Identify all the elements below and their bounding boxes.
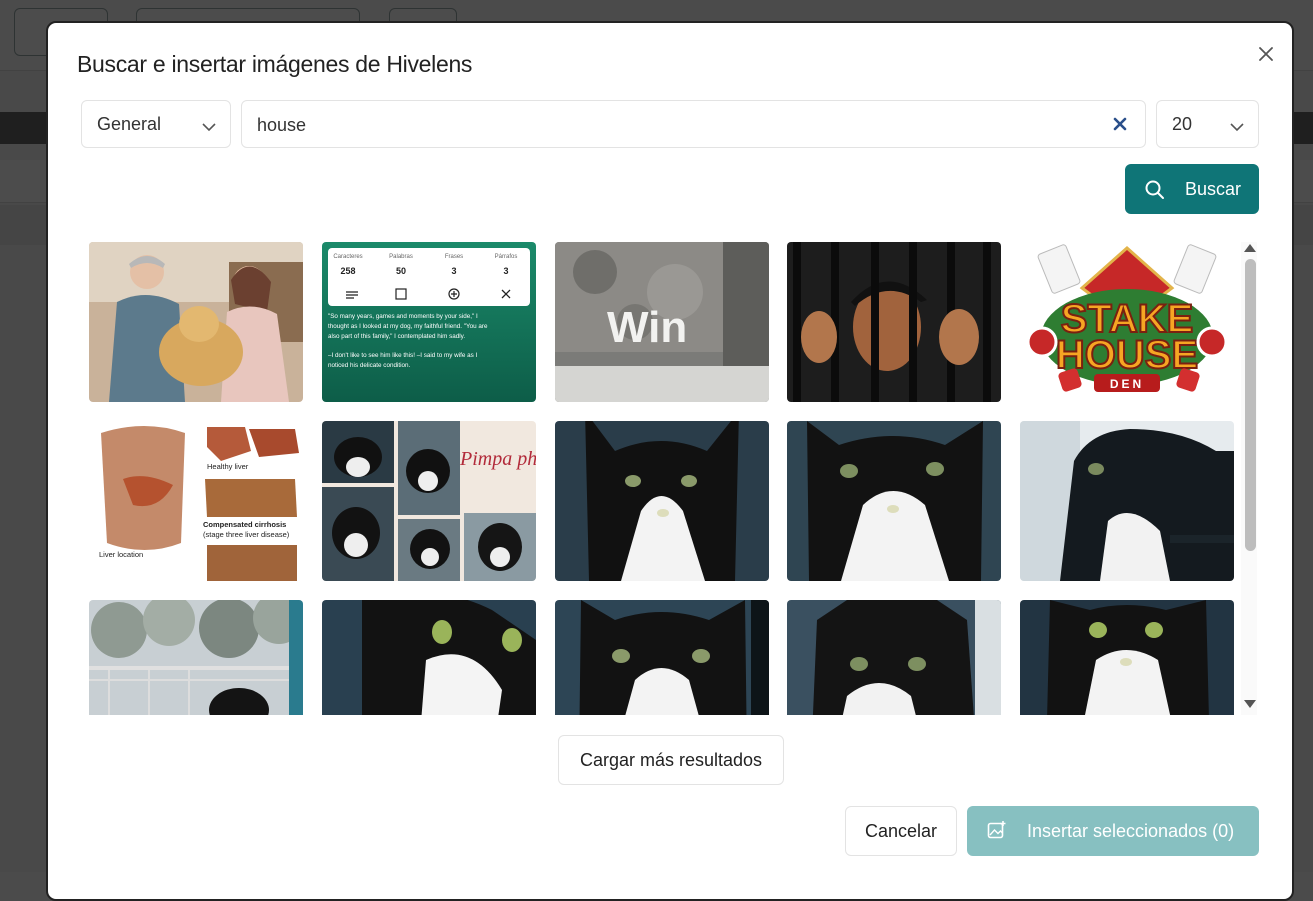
chevron-down-icon bbox=[202, 116, 216, 137]
stat-label: Caracteres bbox=[333, 254, 362, 260]
add-image-icon bbox=[987, 820, 1007, 845]
text-line: "So many years, games and moments by you… bbox=[328, 313, 478, 320]
text-line: thought as I looked at my dog, my faithf… bbox=[328, 323, 488, 330]
search-input[interactable]: house bbox=[241, 100, 1146, 148]
diagram-label: Healthy liver bbox=[207, 462, 249, 471]
stat-value: 3 bbox=[503, 266, 508, 276]
search-button[interactable]: Buscar bbox=[1125, 164, 1259, 214]
result-thumbnail[interactable] bbox=[89, 600, 303, 715]
stat-label: Palabras bbox=[389, 254, 413, 260]
stat-value: 258 bbox=[340, 266, 355, 276]
search-icon bbox=[1145, 180, 1165, 205]
result-thumbnail[interactable]: Caracteres Palabras Frases Párrafos 258 … bbox=[322, 242, 536, 402]
collage-script: Pimpa photoset bbox=[459, 448, 536, 470]
search-input-value: house bbox=[257, 115, 307, 135]
load-more-button[interactable]: Cargar más resultados bbox=[558, 735, 784, 785]
result-thumbnail[interactable]: Healthy liver Compensated cirrhosis (sta… bbox=[89, 421, 303, 581]
result-thumbnail[interactable] bbox=[555, 600, 769, 715]
search-button-label: Buscar bbox=[1185, 179, 1242, 199]
result-count-select[interactable]: 20 bbox=[1156, 100, 1259, 148]
diagram-label: Compensated cirrhosis bbox=[203, 520, 286, 529]
clear-icon[interactable] bbox=[1111, 115, 1129, 133]
close-icon[interactable] bbox=[1253, 41, 1279, 67]
scrollbar-thumb[interactable] bbox=[1245, 259, 1256, 551]
result-thumbnail[interactable]: STAKE HOUSE DEN bbox=[1020, 242, 1234, 402]
diagram-label: (stage three liver disease) bbox=[203, 530, 290, 539]
category-select-value: General bbox=[97, 113, 162, 134]
dialog-title: Buscar e insertar imágenes de Hivelens bbox=[77, 51, 473, 77]
diagram-label: Liver location bbox=[99, 550, 143, 559]
insert-selected-label: Insertar seleccionados (0) bbox=[1027, 821, 1235, 841]
result-thumbnail[interactable] bbox=[787, 600, 1001, 715]
results-grid: Caracteres Palabras Frases Párrafos 258 … bbox=[89, 242, 1261, 715]
image-search-dialog: Buscar e insertar imágenes de Hivelens G… bbox=[46, 21, 1294, 901]
win-word: Win bbox=[607, 303, 687, 352]
result-thumbnail[interactable] bbox=[787, 421, 1001, 581]
stat-label: Párrafos bbox=[495, 254, 518, 260]
insert-selected-button[interactable]: Insertar seleccionados (0) bbox=[967, 806, 1259, 856]
result-thumbnail[interactable] bbox=[322, 600, 536, 715]
text-line: noticed his delicate condition. bbox=[328, 362, 411, 369]
stat-value: 3 bbox=[451, 266, 456, 276]
result-thumbnail[interactable]: Pimpa photoset bbox=[322, 421, 536, 581]
scroll-down-icon[interactable] bbox=[1244, 700, 1256, 708]
logo-line: DEN bbox=[1110, 377, 1144, 391]
result-thumbnail[interactable] bbox=[1020, 600, 1234, 715]
stat-label: Frases bbox=[445, 254, 463, 260]
result-thumbnail[interactable] bbox=[555, 421, 769, 581]
scroll-up-icon[interactable] bbox=[1244, 244, 1256, 252]
result-thumbnail[interactable]: Win bbox=[555, 242, 769, 402]
result-thumbnail[interactable] bbox=[89, 242, 303, 402]
result-thumbnail[interactable] bbox=[1020, 421, 1234, 581]
stat-value: 50 bbox=[396, 266, 406, 276]
text-line: –I don't like to see him like this! –I s… bbox=[328, 352, 477, 359]
chevron-down-icon bbox=[1230, 116, 1244, 137]
result-thumbnail[interactable] bbox=[787, 242, 1001, 402]
cancel-button[interactable]: Cancelar bbox=[845, 806, 957, 856]
text-line: also part of this family," I contemplate… bbox=[328, 333, 465, 340]
result-count-value: 20 bbox=[1172, 113, 1193, 134]
category-select[interactable]: General bbox=[81, 100, 231, 148]
